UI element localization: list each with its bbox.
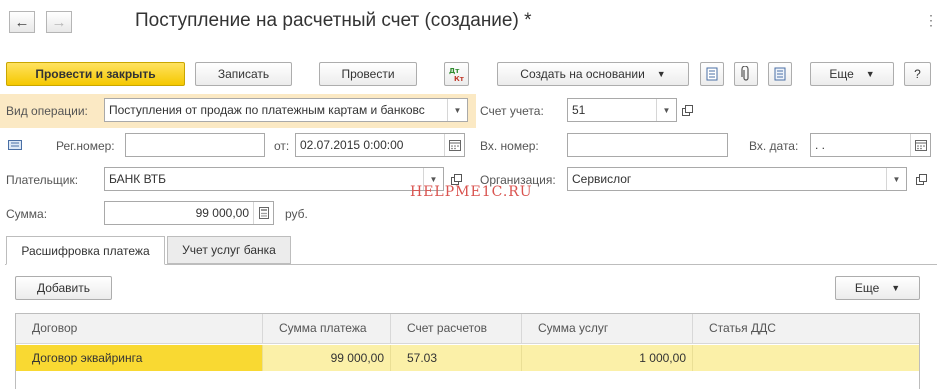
in-number-value: [568, 134, 727, 156]
more-button[interactable]: Еще ▼: [810, 62, 894, 86]
forward-button[interactable]: →: [46, 11, 72, 33]
open-icon: [681, 104, 693, 116]
post-and-close-button[interactable]: Провести и закрыть: [6, 62, 185, 86]
back-button[interactable]: ←: [9, 11, 35, 33]
more-vertical-icon[interactable]: ⋮: [924, 12, 938, 29]
account-value: 51: [572, 103, 586, 117]
operation-type-select[interactable]: Поступления от продаж по платежным карта…: [104, 98, 468, 122]
chevron-down-icon[interactable]: ▼: [447, 99, 467, 121]
list-icon: [774, 67, 786, 81]
column-header-cash-flow-item[interactable]: Статья ДДС: [693, 314, 919, 344]
in-number-field[interactable]: [567, 133, 728, 157]
payer-label: Плательщик:: [6, 173, 79, 187]
cell-service-amount[interactable]: 1 000,00: [522, 345, 693, 371]
help-button[interactable]: ?: [904, 62, 931, 86]
svg-text:Кт: Кт: [454, 75, 465, 83]
operation-type-value: Поступления от продаж по платежным карта…: [109, 103, 425, 117]
cell-payment-amount[interactable]: 99 000,00: [263, 345, 391, 371]
date-field[interactable]: 02.07.2015 0:00:00: [295, 133, 465, 157]
calendar-icon[interactable]: [444, 134, 464, 156]
table-more-button[interactable]: Еще ▼: [835, 276, 920, 300]
account-label: Счет учета:: [480, 104, 544, 118]
reg-number-value: [126, 134, 264, 156]
report-button[interactable]: [768, 62, 792, 86]
create-based-on-label: Создать на основании: [520, 67, 645, 81]
account-field[interactable]: 51 ▼: [567, 98, 677, 122]
amount-currency: руб.: [285, 207, 308, 221]
operation-type-label: Вид операции:: [6, 104, 88, 118]
print-button[interactable]: [700, 62, 724, 86]
reg-number-field[interactable]: [125, 133, 265, 157]
payer-value: БАНК ВТБ: [109, 172, 167, 186]
in-date-field[interactable]: . .: [810, 133, 931, 157]
dt-kt-button[interactable]: Дт Кт: [444, 62, 469, 86]
in-date-value: . .: [815, 138, 826, 152]
more-label: Еще: [829, 67, 854, 81]
organization-field[interactable]: Сервислог ▼: [567, 167, 907, 191]
tab-payment-details[interactable]: Расшифровка платежа: [6, 236, 165, 265]
arrow-left-icon: ←: [14, 13, 30, 31]
payer-field[interactable]: БАНК ВТБ ▼: [104, 167, 444, 191]
amount-label: Сумма:: [6, 207, 48, 221]
attach-button[interactable]: [734, 62, 758, 86]
add-row-button[interactable]: Добавить: [15, 276, 112, 300]
window-title: Поступление на расчетный счет (создание)…: [135, 10, 532, 31]
arrow-right-icon: →: [51, 13, 67, 31]
table-row[interactable]: Договор эквайринга 99 000,00 57.03 1 000…: [16, 345, 919, 371]
dt-kt-icon: Дт Кт: [449, 67, 465, 83]
calculator-icon[interactable]: [253, 202, 273, 224]
chevron-down-icon[interactable]: ▼: [886, 168, 906, 190]
column-header-settlement-account[interactable]: Счет расчетов: [391, 314, 522, 344]
document-list-icon: [8, 140, 22, 150]
cell-contract[interactable]: Договор эквайринга: [16, 345, 263, 371]
amount-value: 99 000,00: [195, 206, 249, 220]
open-organization-button[interactable]: [911, 167, 931, 191]
table-more-label: Еще: [854, 281, 880, 295]
in-date-label: Вх. дата:: [749, 139, 799, 153]
document-icon: [706, 67, 718, 81]
chevron-down-icon: ▼: [656, 69, 666, 79]
organization-value: Сервислог: [572, 172, 632, 186]
calendar-icon[interactable]: [910, 134, 930, 156]
date-label: от:: [274, 139, 290, 153]
save-button[interactable]: Записать: [195, 62, 292, 86]
svg-text:Дт: Дт: [449, 67, 460, 75]
paperclip-icon: [741, 66, 749, 81]
cell-cash-flow-item[interactable]: [693, 345, 919, 371]
column-header-service-amount[interactable]: Сумма услуг: [522, 314, 693, 344]
open-icon: [450, 173, 462, 185]
amount-field[interactable]: 99 000,00: [104, 201, 274, 225]
tab-bank-services[interactable]: Учет услуг банка: [167, 236, 291, 264]
column-header-payment-amount[interactable]: Сумма платежа: [263, 314, 391, 344]
watermark: HELPME1C.RU: [410, 184, 533, 200]
chevron-down-icon[interactable]: ▼: [656, 99, 676, 121]
cell-settlement-account[interactable]: 57.03: [391, 345, 522, 371]
create-based-on-button[interactable]: Создать на основании ▼: [497, 62, 689, 86]
table-header: Договор Сумма платежа Счет расчетов Сумм…: [16, 314, 919, 344]
reg-number-label: Рег.номер:: [56, 139, 115, 153]
chevron-down-icon: ▼: [865, 69, 875, 79]
payment-table: Договор Сумма платежа Счет расчетов Сумм…: [15, 313, 920, 389]
in-number-label: Вх. номер:: [480, 139, 539, 153]
date-value: 02.07.2015 0:00:00: [300, 138, 404, 152]
open-icon: [915, 173, 927, 185]
open-account-button[interactable]: [677, 98, 697, 122]
post-button[interactable]: Провести: [319, 62, 417, 86]
chevron-down-icon: ▼: [891, 283, 901, 293]
column-header-contract[interactable]: Договор: [16, 314, 263, 344]
